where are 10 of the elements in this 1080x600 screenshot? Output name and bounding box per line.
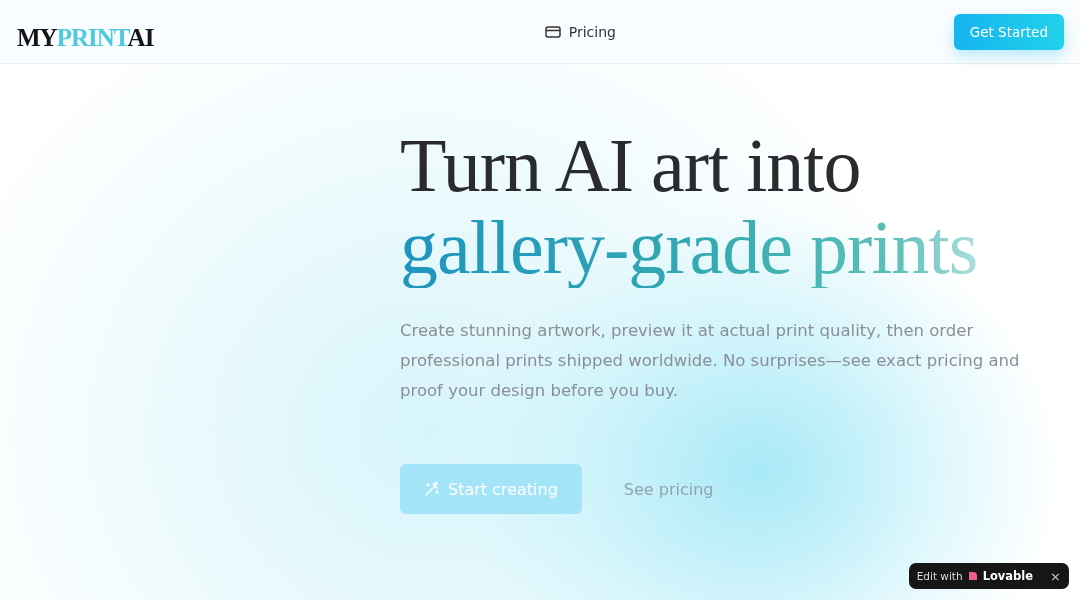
badge-label: Edit with <box>916 570 963 582</box>
hero-heading: Turn AI art into <box>400 124 862 206</box>
edit-with-badge[interactable]: Edit with Lovable × <box>908 563 1069 589</box>
close-button[interactable]: × <box>1050 568 1061 584</box>
magic-wand-icon <box>424 481 440 497</box>
credit-card-icon <box>544 25 561 38</box>
brand-name: Lovable <box>982 569 1034 583</box>
logo[interactable]: MYPRINTAI <box>17 23 177 52</box>
pricing-link[interactable]: Pricing <box>544 23 616 40</box>
hero-description: Create stunning artwork, preview it at actual print quality, then order professional prints shipped worldwide. No surprises—see exact pricing and proof your design before you buy. <box>400 320 1021 402</box>
